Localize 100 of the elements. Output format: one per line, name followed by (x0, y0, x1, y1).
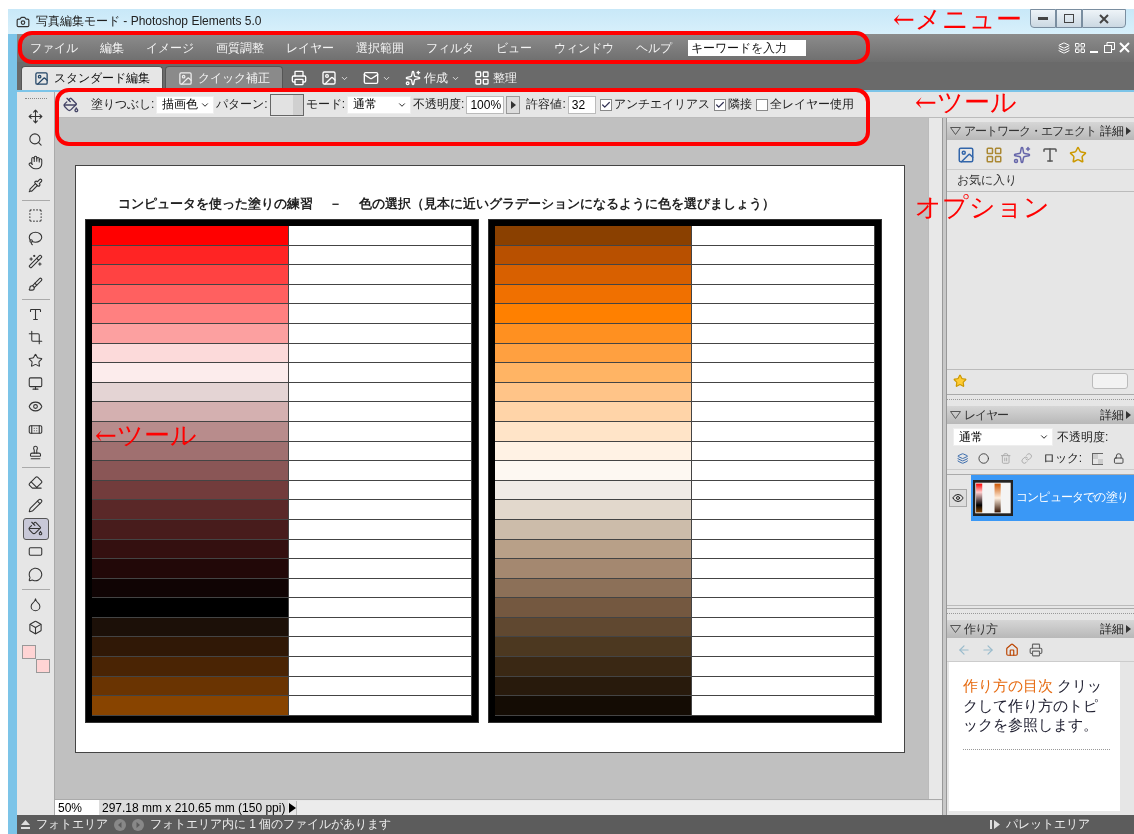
grid-icon (474, 70, 490, 86)
grid-icon[interactable] (1074, 42, 1086, 54)
collapse-icon (950, 411, 961, 419)
triangle-icon (1126, 127, 1131, 135)
transparency-lock-icon[interactable] (1092, 452, 1103, 465)
color-chip[interactable] (35, 659, 50, 673)
menu-item[interactable]: 編集 (100, 39, 124, 57)
restore-icon[interactable] (1104, 42, 1115, 53)
mode-tab[interactable]: スタンダード編集 (21, 66, 163, 90)
pattern-label: パターン: (216, 96, 268, 113)
layer-thumbnail (973, 479, 1013, 516)
move-icon (28, 109, 43, 124)
layout-icon[interactable] (985, 145, 1003, 164)
photo-icon (178, 71, 193, 86)
close-icon[interactable] (1119, 42, 1130, 53)
photo-icon (321, 70, 337, 86)
menu-item[interactable]: 選択範囲 (356, 39, 404, 57)
document-icon[interactable] (1058, 42, 1070, 54)
caret-icon (1039, 432, 1049, 442)
menu-item[interactable]: 画質調整 (216, 39, 264, 57)
panel-header[interactable]: レイヤー 詳細 (947, 406, 1134, 424)
star-icon (28, 353, 43, 368)
fill-label: 塗りつぶし: (91, 96, 155, 113)
tolerance-field[interactable]: 32 (567, 95, 596, 114)
menu-item[interactable]: ウィンドウ (554, 39, 614, 57)
eraser-icon (28, 475, 43, 490)
fill-dropdown[interactable]: 描画色 (156, 95, 215, 114)
opacity-field[interactable]: 100% (466, 95, 505, 114)
star-icon[interactable] (953, 374, 967, 388)
printer-icon (291, 70, 307, 86)
annotation-label: ←メニュー (893, 4, 1022, 34)
bandage-icon (28, 422, 43, 437)
color-chip[interactable] (21, 645, 36, 659)
checkbox[interactable] (599, 98, 612, 111)
home-icon[interactable] (1005, 642, 1019, 657)
star-icon[interactable] (1069, 145, 1087, 164)
paint-bucket-icon (63, 96, 79, 113)
close-button[interactable] (1082, 9, 1126, 28)
menu-item[interactable]: ビュー (496, 39, 532, 57)
more-button[interactable]: 詳細 (1100, 620, 1131, 638)
pencil-icon (28, 498, 43, 513)
opacity-label: 不透明度: (1057, 428, 1109, 446)
palette-area-label[interactable]: パレットエリア (1006, 816, 1090, 833)
contents-link[interactable]: 作り方の目次 (963, 677, 1053, 694)
collapse-icon (950, 127, 961, 135)
minimize-button[interactable] (1030, 9, 1056, 28)
tool-button[interactable] (22, 517, 49, 540)
lock-label: ロック: (1042, 450, 1083, 467)
opacity-label: 不透明度: (413, 96, 465, 113)
pattern-picker[interactable] (269, 93, 304, 116)
frame-icon[interactable] (957, 145, 975, 164)
annotation-label: ←ツール (915, 87, 1017, 117)
triangle-icon (1126, 625, 1131, 633)
horizontal-scrollbar[interactable] (296, 800, 942, 815)
maximize-button[interactable] (1056, 9, 1082, 28)
stamp-icon (28, 445, 43, 460)
photo-area-label[interactable]: フォトエリア (36, 816, 108, 833)
adjustment-icon[interactable] (978, 452, 990, 465)
panel-title: 作り方 (964, 620, 999, 638)
text-icon[interactable] (1041, 145, 1059, 164)
checkbox[interactable] (713, 98, 726, 111)
checkbox-label: 全レイヤー使用 (769, 96, 854, 113)
mode-label: モード: (305, 96, 346, 113)
new-layer-icon[interactable] (957, 452, 969, 465)
zoom-icon (28, 132, 43, 147)
toolbar-button[interactable]: 整理 (468, 66, 523, 90)
panel-header[interactable]: 作り方 詳細 (947, 620, 1134, 638)
toolbar-button[interactable]: 作成 (399, 66, 466, 90)
expand-icon[interactable] (990, 820, 1000, 829)
search-field[interactable]: キーワードを入力 (688, 40, 806, 56)
lock-icon[interactable] (1112, 452, 1124, 465)
document-title: コンピュータを使った塗りの練習 － 色の選択（見本に近いグラデーションになるように色を選びましょう） (117, 196, 776, 213)
menu-item[interactable]: レイヤー (286, 39, 334, 57)
annotation-label: オプション (915, 192, 1050, 222)
check-icon (600, 99, 611, 110)
panel-header[interactable]: アートワーク・エフェクト 詳細 (947, 122, 1134, 140)
panel-title: アートワーク・エフェクト (964, 122, 1097, 140)
effects-icon[interactable] (1013, 145, 1031, 164)
checkbox[interactable] (755, 98, 768, 111)
checkbox-label: アンチエイリアス (613, 96, 710, 113)
close-icon (1099, 13, 1109, 24)
menu-item[interactable]: ファイル (30, 39, 78, 57)
eject-icon[interactable] (21, 820, 30, 829)
zoom-field[interactable]: 50% (55, 800, 99, 815)
mode-dropdown[interactable]: 通常 (347, 95, 412, 114)
opacity-stepper[interactable] (506, 95, 521, 114)
more-button[interactable]: 詳細 (1100, 406, 1131, 424)
mode-tab[interactable]: クイック補正 (165, 66, 283, 90)
lasso-icon (28, 231, 43, 246)
printer-icon[interactable] (1029, 642, 1043, 657)
eye-icon (28, 399, 43, 414)
menu-item[interactable]: イメージ (146, 39, 194, 57)
tolerance-label: 許容値: (526, 96, 566, 113)
more-button[interactable]: 詳細 (1100, 122, 1131, 140)
menu-item[interactable]: フィルタ (426, 39, 474, 57)
speech-balloon-icon (28, 567, 43, 582)
menu-item[interactable]: ヘルプ (636, 39, 672, 57)
visibility-toggle[interactable] (949, 488, 967, 507)
text-tool-icon (28, 307, 43, 322)
blend-mode-dropdown[interactable]: 通常 (953, 428, 1053, 446)
